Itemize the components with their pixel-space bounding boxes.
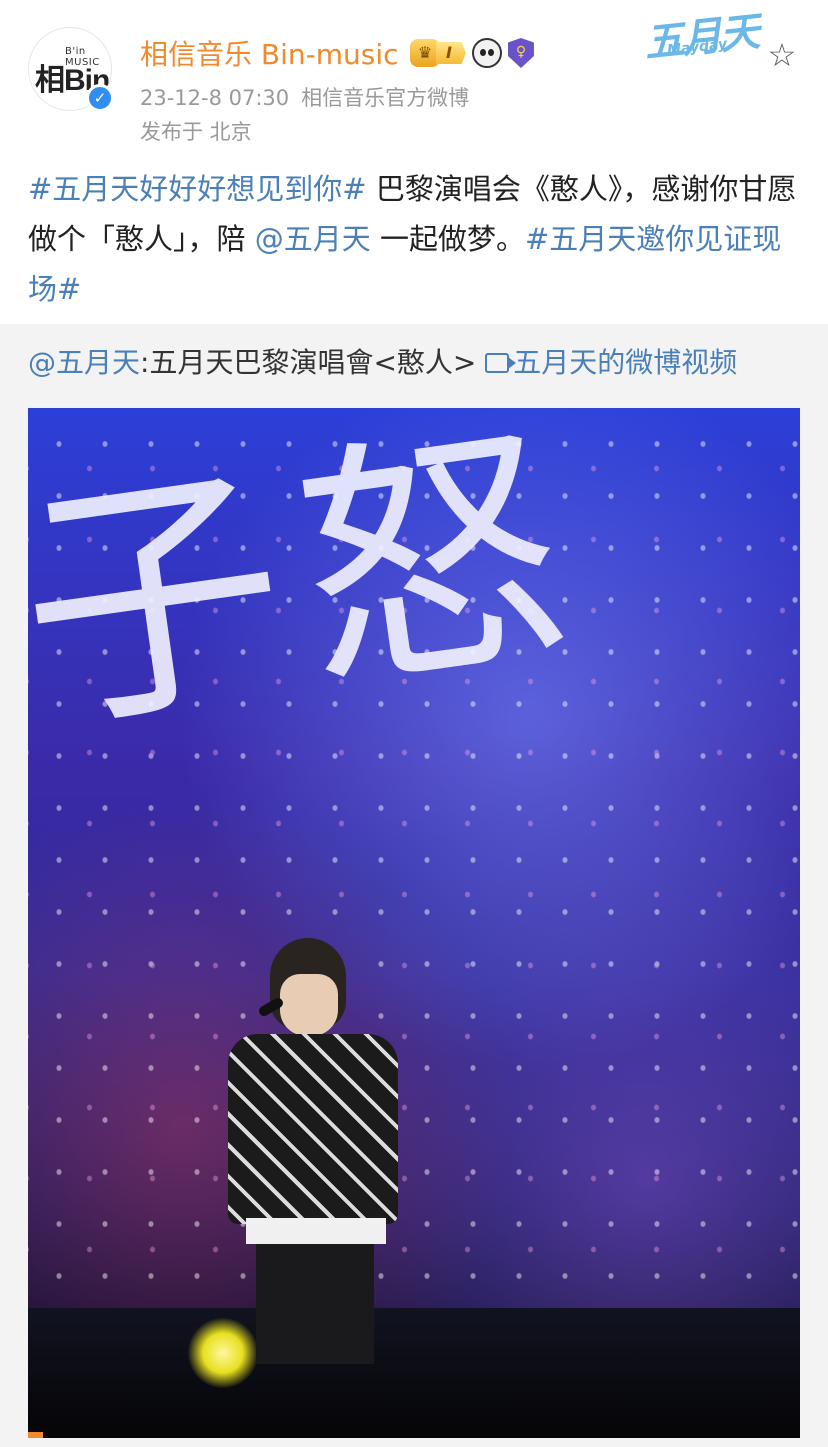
post-timestamp: 23-12-8 07:30: [140, 86, 290, 110]
mention-link[interactable]: @五月天: [255, 222, 371, 256]
member-level-badge[interactable]: ♛ I: [410, 39, 466, 67]
video-player[interactable]: 子怒: [28, 408, 800, 1438]
post-location: 发布于 北京: [140, 120, 252, 144]
video-link-label: 五月天的微博视频: [513, 346, 738, 379]
stage-floor: [28, 1308, 800, 1438]
panda-icon[interactable]: [471, 38, 502, 68]
video-icon: [485, 353, 517, 373]
video-progress-bar[interactable]: [28, 1432, 44, 1438]
post-header: B'in MUSIC 相Bin ✓ 相信音乐 Bin-music ♛ I ♀ 2…: [0, 0, 828, 150]
mayday-logo-main: 五月天: [641, 8, 761, 67]
level-badge-text: I: [436, 42, 466, 64]
user-badges: ♛ I ♀: [410, 38, 534, 68]
favorite-star-icon[interactable]: ☆: [764, 38, 800, 72]
post-source[interactable]: 相信音乐官方微博: [301, 86, 469, 110]
repost-mention-link[interactable]: @五月天: [28, 346, 140, 379]
username[interactable]: 相信音乐 Bin-music: [140, 33, 399, 73]
video-link[interactable]: 五月天的微博视频: [485, 346, 737, 379]
post-text: #五月天好好好想见到你# 巴黎演唱会《憨人》，感谢你甘愿做个「憨人」，陪 @五月…: [28, 164, 800, 314]
crown-icon: ♛: [410, 39, 440, 67]
performer-shirt-hem: [246, 1218, 386, 1244]
repost-title: :五月天巴黎演唱會<憨人>: [140, 346, 486, 379]
shield-badge-icon[interactable]: ♀: [507, 38, 534, 68]
hashtag-link[interactable]: #五月天好好好想见到你#: [28, 172, 367, 206]
performer-shirt: [228, 1034, 398, 1224]
performer-face: [280, 974, 338, 1036]
repost-card[interactable]: @五月天:五月天巴黎演唱會<憨人> 五月天的微博视频 子怒: [0, 324, 828, 1447]
mayday-logo: 五月天 Mayday: [641, 0, 779, 77]
performer-figure: [228, 938, 398, 1364]
repost-title-line: @五月天:五月天巴黎演唱會<憨人> 五月天的微博视频: [28, 341, 808, 381]
performer-legs: [256, 1244, 374, 1364]
verified-icon: ✓: [86, 84, 114, 112]
post-meta: 23-12-8 07:30 相信音乐官方微博: [140, 82, 469, 112]
post-body-text-2: 一起做梦。: [370, 222, 525, 256]
